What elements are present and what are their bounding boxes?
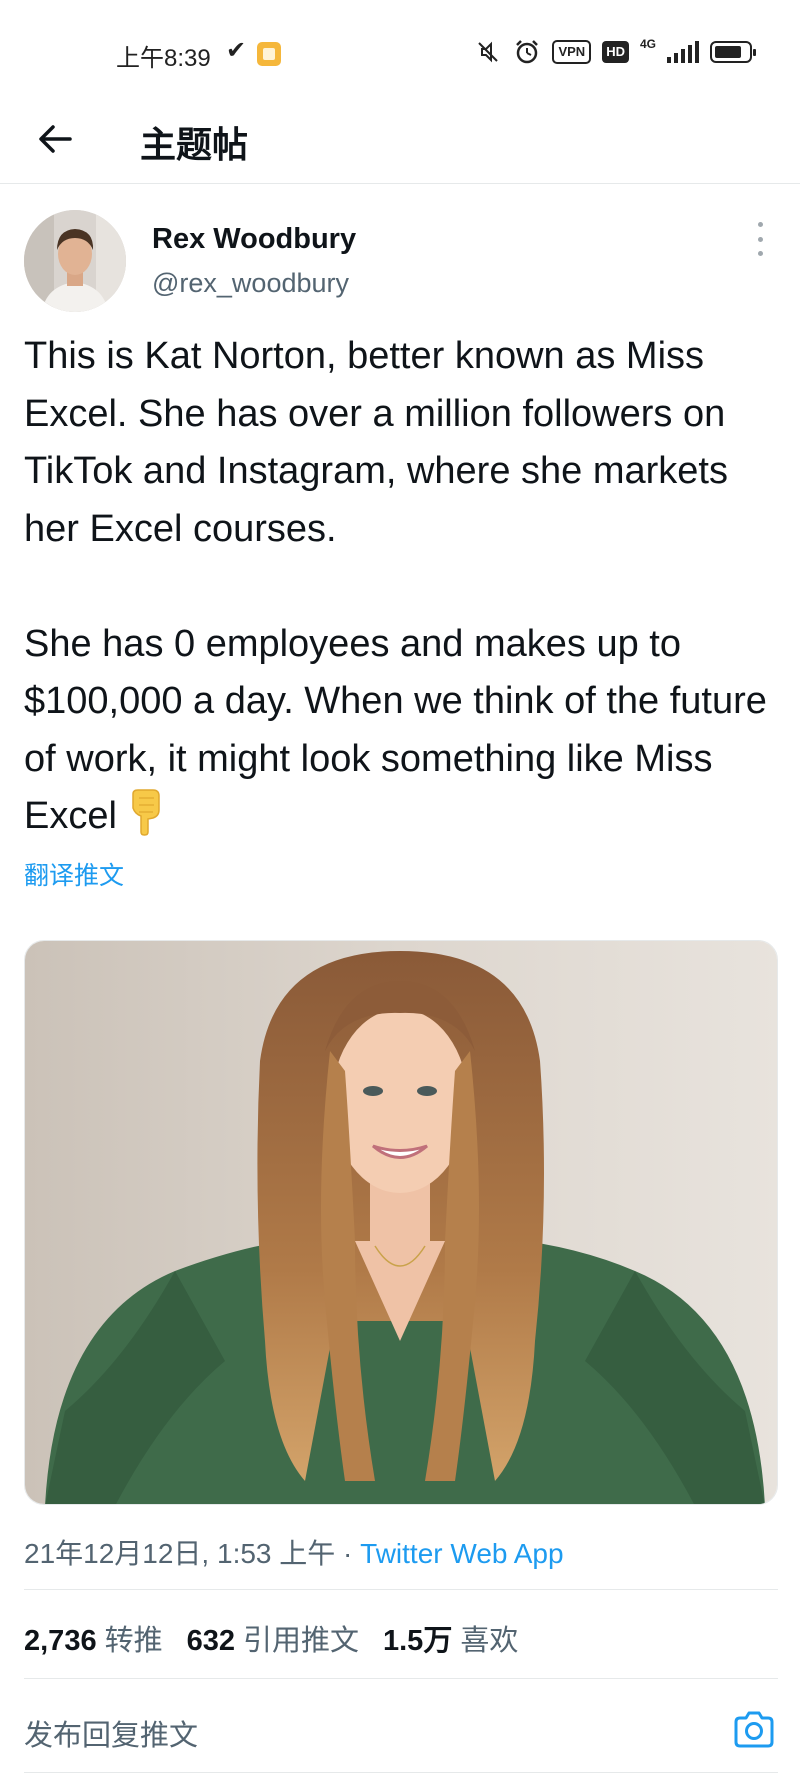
battery-icon	[710, 41, 756, 63]
retweets-count: 2,736	[24, 1625, 97, 1657]
status-time: 上午8:39	[116, 45, 211, 72]
mute-icon	[478, 41, 499, 63]
tweet-paragraph: This is Kat Norton, better known as Miss…	[24, 335, 728, 550]
source-link[interactable]: Twitter Web App	[360, 1538, 563, 1569]
back-button[interactable]	[30, 114, 80, 164]
avatar-image	[24, 210, 126, 312]
more-options-button[interactable]	[748, 222, 772, 256]
timestamp: 21年12月12日, 1:53 上午 ·	[24, 1538, 361, 1569]
author-handle[interactable]: @rex_woodbury	[152, 268, 349, 299]
divider	[24, 1589, 778, 1590]
hd-icon: HD	[602, 41, 629, 63]
reply-input[interactable]: 发布回复推文	[24, 1712, 198, 1754]
likes-label: 喜欢	[460, 1625, 519, 1657]
notification-app-icon	[257, 42, 281, 66]
more-dot-icon	[757, 222, 763, 227]
pointing-down-icon	[125, 788, 165, 854]
signal-icon	[667, 41, 699, 63]
quotes-label: 引用推文	[242, 1625, 359, 1657]
more-dot-icon	[757, 236, 763, 242]
avatar[interactable]	[24, 210, 126, 312]
tweet-text: This is Kat Norton, better known as Miss…	[24, 328, 784, 854]
likes-stat[interactable]: 1.5万 喜欢	[383, 1617, 518, 1659]
tweet-paragraph: She has 0 employees and makes up to $100…	[24, 616, 784, 854]
status-bar: 上午8:39 ✔ VPN HD 4G	[0, 0, 800, 100]
translate-tweet-link[interactable]: 翻译推文	[24, 856, 124, 892]
check-icon: ✔	[226, 37, 247, 64]
arrow-left-icon	[39, 125, 72, 153]
alarm-icon	[516, 40, 539, 64]
tweet-photo[interactable]	[24, 940, 778, 1505]
camera-icon	[734, 1711, 774, 1748]
retweets-label: 转推	[104, 1625, 163, 1657]
author-name[interactable]: Rex Woodbury	[152, 223, 356, 256]
page-title: 主题帖	[140, 124, 249, 165]
status-icons: VPN HD 4G	[474, 37, 756, 66]
more-dot-icon	[757, 251, 763, 256]
tweet-meta: 21年12月12日, 1:53 上午 · Twitter Web App	[24, 1532, 564, 1572]
retweets-stat[interactable]: 2,736 转推	[24, 1617, 163, 1659]
quotes-stat[interactable]: 632 引用推文	[187, 1617, 359, 1659]
divider	[24, 1678, 778, 1679]
vpn-icon: VPN	[552, 40, 592, 64]
photo-image	[25, 941, 777, 1504]
likes-count: 1.5万	[383, 1625, 453, 1657]
camera-button[interactable]	[730, 1706, 778, 1754]
top-bar: 主题帖	[0, 100, 800, 184]
tweet-stats: 2,736 转推 632 引用推文 1.5万 喜欢	[24, 1617, 518, 1659]
network-type: 4G	[639, 37, 656, 51]
divider	[24, 1772, 778, 1773]
quotes-count: 632	[186, 1625, 235, 1657]
